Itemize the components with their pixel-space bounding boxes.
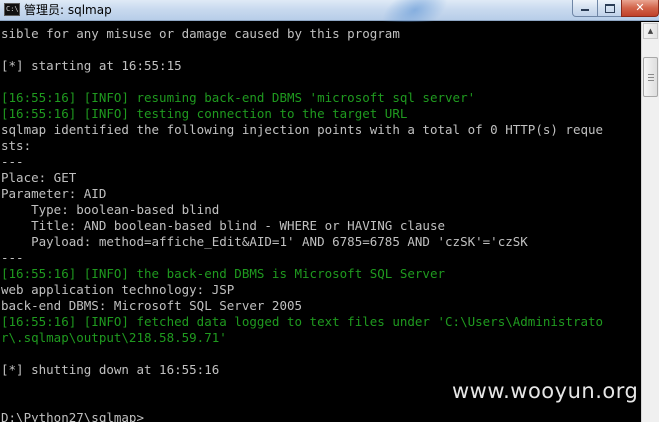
- console-line: [16:55:16] [INFO] fetched data logged to…: [1, 314, 604, 329]
- console-line: Place: GET: [1, 170, 77, 185]
- close-icon: ✕: [635, 1, 645, 14]
- console-line: [16:55:16] [INFO] testing connection to …: [1, 106, 408, 121]
- scrollbar-thumb[interactable]: [643, 57, 658, 97]
- window-title: 管理员: sqlmap: [24, 3, 112, 17]
- console-line: Title: AND boolean-based blind - WHERE o…: [1, 218, 446, 233]
- maximize-button[interactable]: [597, 0, 622, 17]
- minimize-button[interactable]: [572, 0, 598, 17]
- console-line: r\.sqlmap\output\218.58.59.71': [1, 330, 227, 345]
- console-line: [*] shutting down at 16:55:16: [1, 362, 220, 377]
- vertical-scrollbar[interactable]: ▲: [641, 22, 659, 422]
- console-line: back-end DBMS: Microsoft SQL Server 2005: [1, 298, 303, 313]
- console-line: ---: [1, 250, 24, 265]
- grip-line: [648, 74, 654, 75]
- console-line: ---: [1, 154, 24, 169]
- console-line: sible for any misuse or damage caused by…: [1, 26, 400, 41]
- cmd-icon[interactable]: C:\: [4, 3, 20, 16]
- console-line: [*] starting at 16:55:15: [1, 58, 182, 73]
- console-line: sts:: [1, 138, 32, 153]
- scroll-up-arrow-icon[interactable]: ▲: [643, 23, 658, 39]
- console-line: Type: boolean-based blind: [1, 202, 220, 217]
- watermark: www.wooyun.org: [452, 379, 639, 403]
- console-line: D:\Python27\sqlmap>: [1, 410, 144, 422]
- console-line: [16:55:16] [INFO] resuming back-end DBMS…: [1, 90, 476, 105]
- grip-line: [648, 80, 654, 81]
- maximize-icon: [604, 4, 615, 13]
- console-window: C:\ 管理员: sqlmap ✕ sible for any misuse o…: [0, 0, 659, 422]
- console-output[interactable]: sible for any misuse or damage caused by…: [0, 22, 641, 422]
- console-line: Payload: method=affiche_Edit&AID=1' AND …: [1, 234, 528, 249]
- title-bar[interactable]: C:\ 管理员: sqlmap ✕: [0, 0, 659, 43]
- minimize-icon: [581, 9, 589, 11]
- grip-line: [648, 77, 654, 78]
- console-line: [16:55:16] [INFO] the back-end DBMS is M…: [1, 266, 446, 281]
- console-line: web application technology: JSP: [1, 282, 235, 297]
- close-button[interactable]: ✕: [621, 0, 659, 17]
- console-line: Parameter: AID: [1, 186, 107, 201]
- console-line: sqlmap identified the following injectio…: [1, 122, 604, 137]
